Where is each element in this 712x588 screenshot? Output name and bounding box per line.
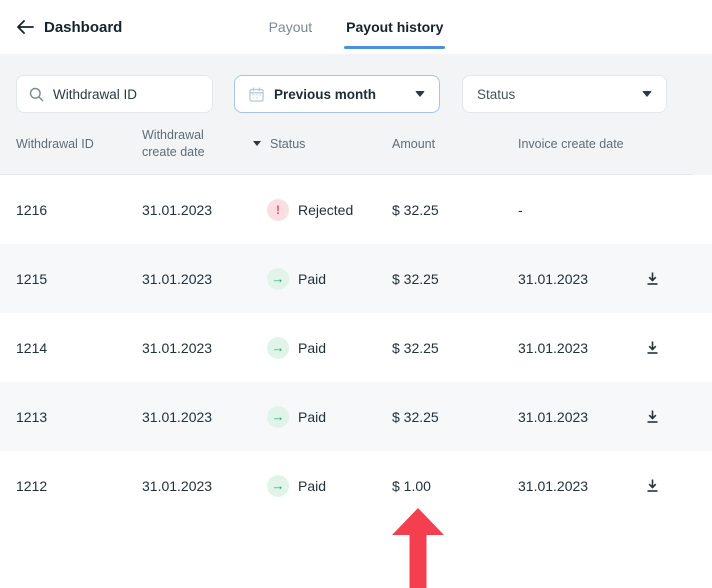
status-cell: → Paid bbox=[253, 406, 392, 428]
download-invoice-button[interactable] bbox=[643, 407, 662, 426]
withdrawal-id-cell: 1213 bbox=[16, 409, 142, 425]
download-invoice-button[interactable] bbox=[643, 338, 662, 357]
table-body: 1216 31.01.2023 ! Rejected $ 32.25 - 121… bbox=[0, 175, 712, 520]
status-cell: → Paid bbox=[253, 268, 392, 290]
chevron-down-icon bbox=[415, 91, 425, 97]
download-icon bbox=[645, 409, 660, 424]
period-select[interactable]: Previous month bbox=[234, 75, 440, 113]
red-annotation-arrow bbox=[392, 508, 444, 588]
download-icon bbox=[645, 478, 660, 493]
rejected-status-icon: ! bbox=[267, 199, 289, 221]
paid-status-icon: → bbox=[267, 337, 289, 359]
paid-status-icon: → bbox=[267, 406, 289, 428]
status-select-value: Status bbox=[477, 87, 642, 102]
status-select[interactable]: Status bbox=[462, 75, 667, 113]
withdrawal-create-date-cell: 31.01.2023 bbox=[142, 340, 253, 356]
withdrawal-id-cell: 1216 bbox=[16, 202, 142, 218]
red-arrow-shape bbox=[392, 508, 444, 588]
calendar-icon bbox=[249, 87, 264, 102]
download-icon bbox=[645, 271, 660, 286]
amount-cell: $ 1.00 bbox=[392, 478, 518, 494]
tab-payout[interactable]: Payout bbox=[267, 0, 315, 54]
tab-bar: Payout Payout history bbox=[0, 0, 712, 54]
sort-caret-icon[interactable] bbox=[253, 141, 261, 146]
amount-cell: $ 32.25 bbox=[392, 271, 518, 287]
paid-status-icon: → bbox=[267, 475, 289, 497]
withdrawal-id-cell: 1214 bbox=[16, 340, 142, 356]
table-row: 1212 31.01.2023 → Paid $ 1.00 31.01.2023 bbox=[0, 451, 712, 520]
table-row: 1214 31.01.2023 → Paid $ 32.25 31.01.202… bbox=[0, 313, 712, 382]
page-header: Dashboard Payout Payout history bbox=[0, 0, 712, 54]
amount-cell: $ 32.25 bbox=[392, 409, 518, 425]
invoice-create-date-cell: - bbox=[518, 202, 626, 218]
withdrawal-create-date-cell: 31.01.2023 bbox=[142, 478, 253, 494]
withdrawal-create-date-cell: 31.01.2023 bbox=[142, 202, 253, 218]
tab-payout-history[interactable]: Payout history bbox=[344, 0, 445, 54]
column-header-withdrawal-create-date[interactable]: Withdrawal create date bbox=[142, 127, 242, 160]
column-header-status: Status bbox=[253, 137, 392, 151]
column-header-withdrawal-id: Withdrawal ID bbox=[16, 137, 142, 151]
status-cell: → Paid bbox=[253, 337, 392, 359]
invoice-create-date-cell: 31.01.2023 bbox=[518, 340, 626, 356]
search-icon bbox=[29, 87, 44, 102]
search-input[interactable] bbox=[53, 87, 200, 102]
filters-row: Previous month Status bbox=[0, 75, 712, 113]
withdrawal-create-date-cell: 31.01.2023 bbox=[142, 271, 253, 287]
withdrawal-create-date-cell: 31.01.2023 bbox=[142, 409, 253, 425]
column-header-amount: Amount bbox=[392, 137, 518, 151]
table-row: 1216 31.01.2023 ! Rejected $ 32.25 - bbox=[0, 175, 712, 244]
column-header-invoice-create-date: Invoice create date bbox=[518, 137, 626, 151]
status-label: Paid bbox=[298, 340, 326, 356]
table-row: 1213 31.01.2023 → Paid $ 32.25 31.01.202… bbox=[0, 382, 712, 451]
status-label: Paid bbox=[298, 478, 326, 494]
withdrawal-id-search[interactable] bbox=[16, 75, 213, 113]
invoice-create-date-cell: 31.01.2023 bbox=[518, 478, 626, 494]
status-label: Paid bbox=[298, 409, 326, 425]
invoice-create-date-cell: 31.01.2023 bbox=[518, 409, 626, 425]
status-label: Rejected bbox=[298, 202, 353, 218]
download-icon bbox=[645, 340, 660, 355]
download-invoice-button[interactable] bbox=[643, 476, 662, 495]
filters-and-header-band: Previous month Status Withdrawal ID With… bbox=[0, 54, 712, 175]
withdrawal-id-cell: 1212 bbox=[16, 478, 142, 494]
paid-status-icon: → bbox=[267, 268, 289, 290]
download-invoice-button[interactable] bbox=[643, 269, 662, 288]
chevron-down-icon bbox=[642, 91, 652, 97]
table-header-row: Withdrawal ID Withdrawal create date Sta… bbox=[0, 113, 712, 174]
period-select-value: Previous month bbox=[274, 87, 405, 102]
withdrawal-id-cell: 1215 bbox=[16, 271, 142, 287]
table-row: 1215 31.01.2023 → Paid $ 32.25 31.01.202… bbox=[0, 244, 712, 313]
status-label: Paid bbox=[298, 271, 326, 287]
amount-cell: $ 32.25 bbox=[392, 340, 518, 356]
status-cell: → Paid bbox=[253, 475, 392, 497]
invoice-create-date-cell: 31.01.2023 bbox=[518, 271, 626, 287]
amount-cell: $ 32.25 bbox=[392, 202, 518, 218]
status-cell: ! Rejected bbox=[253, 199, 392, 221]
column-header-status-label: Status bbox=[270, 137, 305, 151]
